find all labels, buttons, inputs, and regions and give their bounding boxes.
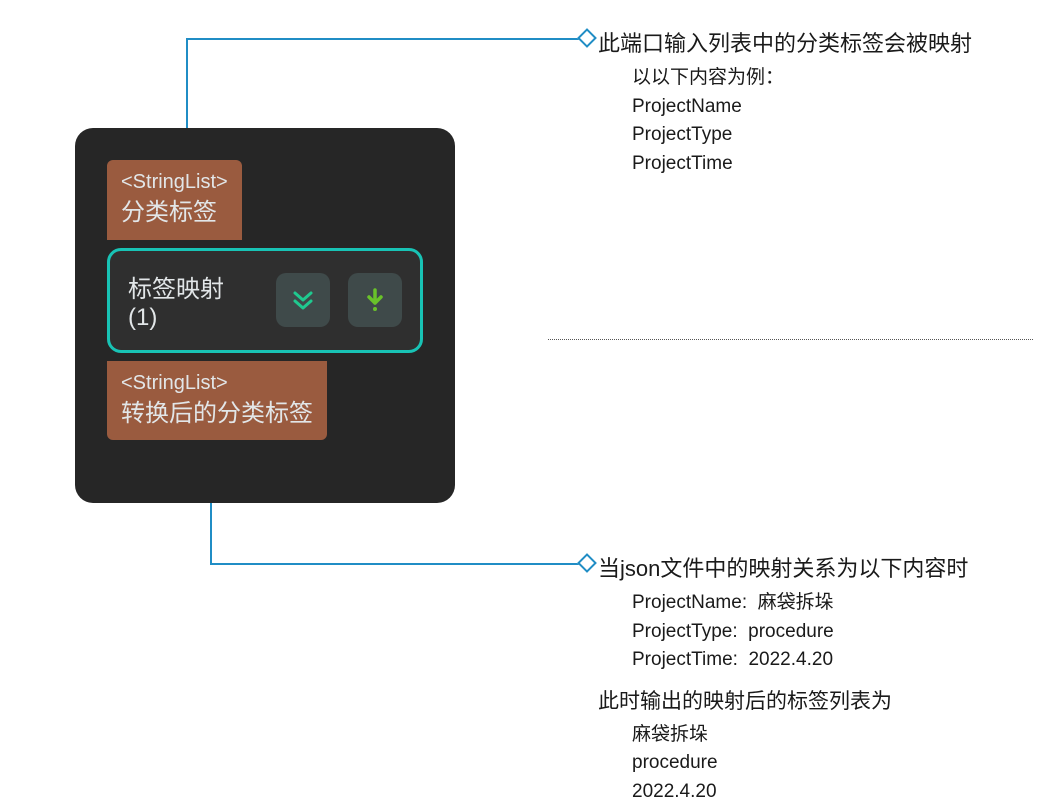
import-button[interactable] <box>348 273 402 327</box>
callout-top-subtitle: 以以下内容为例： <box>632 64 1038 93</box>
input-port-type: <StringList> <box>121 168 228 196</box>
input-port-label: 分类标签 <box>121 196 228 230</box>
callout-top-item: ProjectName <box>632 93 1038 122</box>
connector-endpoint-bottom-right <box>577 553 597 573</box>
callout-bottom-result: procedure <box>632 749 1038 778</box>
output-port-label: 转换后的分类标签 <box>121 397 313 431</box>
callout-bottom-mapping: ProjectType: procedure <box>632 618 1038 647</box>
input-port[interactable]: <StringList> 分类标签 <box>107 160 242 240</box>
double-chevron-down-icon <box>289 286 317 314</box>
callout-top-item: ProjectTime <box>632 150 1038 179</box>
dotted-divider <box>548 339 1033 340</box>
output-port-type: <StringList> <box>121 369 313 397</box>
callout-bottom-result: 2022.4.20 <box>632 778 1038 806</box>
callout-top: 此端口输入列表中的分类标签会被映射 以以下内容为例： ProjectName P… <box>598 26 1038 178</box>
callout-bottom-result: 麻袋拆垛 <box>632 721 1038 750</box>
connector-horizontal-top <box>186 38 583 40</box>
callout-bottom-mapping: ProjectTime: 2022.4.20 <box>632 646 1038 675</box>
callout-bottom-title: 当json文件中的映射关系为以下内容时 <box>598 551 1038 583</box>
connector-endpoint-top-right <box>577 28 597 48</box>
output-port[interactable]: <StringList> 转换后的分类标签 <box>107 361 327 441</box>
callout-top-title: 此端口输入列表中的分类标签会被映射 <box>598 26 1038 58</box>
callout-bottom-mapping: ProjectName: 麻袋拆垛 <box>632 589 1038 618</box>
callout-top-item: ProjectType <box>632 121 1038 150</box>
download-arrow-icon <box>361 286 389 314</box>
callout-bottom: 当json文件中的映射关系为以下内容时 ProjectName: 麻袋拆垛 Pr… <box>598 551 1038 806</box>
expand-button[interactable] <box>276 273 330 327</box>
callout-bottom-result-title: 此时输出的映射后的标签列表为 <box>598 685 1038 715</box>
center-label: 标签映射 (1) <box>128 269 258 332</box>
node-panel: <StringList> 分类标签 标签映射 (1) <StringList> <box>75 128 455 503</box>
node-center-block: 标签映射 (1) <box>107 248 423 353</box>
connector-horizontal-bottom <box>210 563 583 565</box>
